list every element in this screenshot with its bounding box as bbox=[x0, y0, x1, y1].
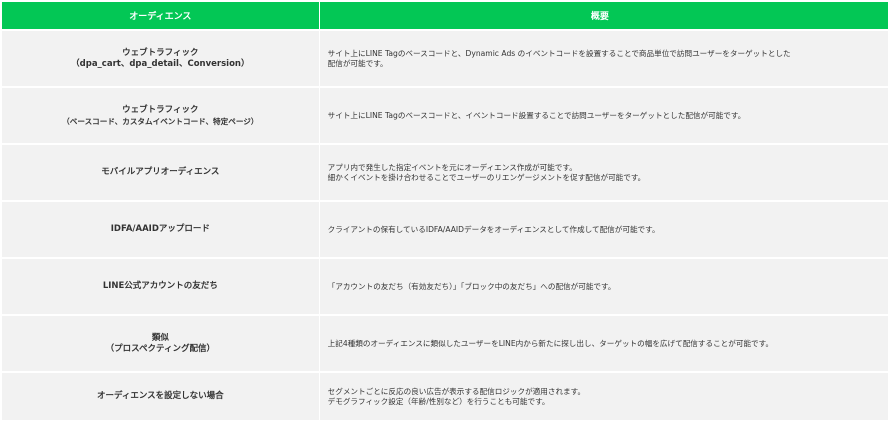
summary-cell: 「アカウントの友だち（有効友だち）」「ブロック中の友だち」への配信が可能です。 bbox=[319, 259, 888, 314]
audience-cell: LINE公式アカウントの友だち bbox=[2, 259, 319, 314]
summary-line: アプリ内で発生した指定イベントを元にオーディエンス作成が可能です。 bbox=[327, 162, 577, 172]
table-row: IDFA/AAIDアップロード クライアントの保有しているIDFA/AAIDデー… bbox=[2, 202, 888, 257]
audience-table: オーディエンス 概要 ウェブトラフィック （dpa_cart、dpa_detai… bbox=[2, 2, 888, 420]
summary-cell: サイト上にLINE Tagのベースコードと、イベントコード設置することで訪問ユー… bbox=[319, 88, 888, 143]
audience-cell: 類似 （プロスペクティング配信） bbox=[2, 316, 319, 371]
summary-cell: アプリ内で発生した指定イベントを元にオーディエンス作成が可能です。 細かくイベン… bbox=[319, 145, 888, 200]
summary-line: セグメントごとに反応の良い広告が表示する配信ロジックが適用されます。 bbox=[327, 386, 586, 396]
header-summary: 概要 bbox=[319, 2, 888, 29]
audience-name: ウェブトラフィック bbox=[122, 47, 199, 58]
header-audience: オーディエンス bbox=[2, 2, 319, 29]
table-row: モバイルアプリオーディエンス アプリ内で発生した指定イベントを元にオーディエンス… bbox=[2, 145, 888, 200]
audience-name: モバイルアプリオーディエンス bbox=[101, 167, 220, 177]
summary-line: 配信が可能です。 bbox=[327, 58, 388, 68]
table-header-row: オーディエンス 概要 bbox=[2, 2, 888, 29]
summary-line: デモグラフィック設定（年齢/性別など）を行うことも可能です。 bbox=[327, 396, 550, 406]
audience-detail: （dpa_cart、dpa_detail、Conversion） bbox=[71, 58, 250, 69]
audience-cell: IDFA/AAIDアップロード bbox=[2, 202, 319, 257]
summary-cell: セグメントごとに反応の良い広告が表示する配信ロジックが適用されます。 デモグラフ… bbox=[319, 373, 888, 420]
summary-line: 上記4種類のオーディエンスに類似したユーザーをLINE内から新たに探し出し、ター… bbox=[327, 338, 774, 348]
audience-name: 類似 bbox=[151, 332, 169, 343]
audience-cell: オーディエンスを設定しない場合 bbox=[2, 373, 319, 420]
table-row: ウェブトラフィック （dpa_cart、dpa_detail、Conversio… bbox=[2, 31, 888, 86]
audience-cell: モバイルアプリオーディエンス bbox=[2, 145, 319, 200]
audience-cell: ウェブトラフィック （dpa_cart、dpa_detail、Conversio… bbox=[2, 31, 319, 86]
table-row: オーディエンスを設定しない場合 セグメントごとに反応の良い広告が表示する配信ロジ… bbox=[2, 373, 888, 420]
table-row: LINE公式アカウントの友だち 「アカウントの友だち（有効友だち）」「ブロック中… bbox=[2, 259, 888, 314]
summary-line: 「アカウントの友だち（有効友だち）」「ブロック中の友だち」への配信が可能です。 bbox=[327, 281, 616, 291]
summary-line: サイト上にLINE Tagのベースコードと、Dynamic Ads のイベントコ… bbox=[327, 48, 791, 58]
table-row: 類似 （プロスペクティング配信） 上記4種類のオーディエンスに類似したユーザーを… bbox=[2, 316, 888, 371]
summary-line: 細かくイベントを掛け合わせることでユーザーのリエンゲージメントを促す配信が可能で… bbox=[327, 172, 646, 182]
summary-cell: サイト上にLINE Tagのベースコードと、Dynamic Ads のイベントコ… bbox=[319, 31, 888, 86]
audience-name: LINE公式アカウントの友だち bbox=[102, 281, 218, 291]
summary-line: クライアントの保有しているIDFA/AAIDデータをオーディエンスとして作成して… bbox=[327, 224, 660, 234]
audience-detail: （ベースコード、カスタムイベントコード、特定ページ） bbox=[62, 116, 259, 126]
audience-detail: （プロスペクティング配信） bbox=[105, 343, 216, 354]
table-row: ウェブトラフィック （ベースコード、カスタムイベントコード、特定ページ） サイト… bbox=[2, 88, 888, 143]
summary-cell: 上記4種類のオーディエンスに類似したユーザーをLINE内から新たに探し出し、ター… bbox=[319, 316, 888, 371]
summary-line: サイト上にLINE Tagのベースコードと、イベントコード設置することで訪問ユー… bbox=[327, 110, 746, 120]
audience-name: オーディエンスを設定しない場合 bbox=[96, 391, 224, 401]
audience-cell: ウェブトラフィック （ベースコード、カスタムイベントコード、特定ページ） bbox=[2, 88, 319, 143]
summary-cell: クライアントの保有しているIDFA/AAIDデータをオーディエンスとして作成して… bbox=[319, 202, 888, 257]
audience-name: IDFA/AAIDアップロード bbox=[110, 224, 210, 234]
audience-name: ウェブトラフィック bbox=[122, 104, 199, 115]
